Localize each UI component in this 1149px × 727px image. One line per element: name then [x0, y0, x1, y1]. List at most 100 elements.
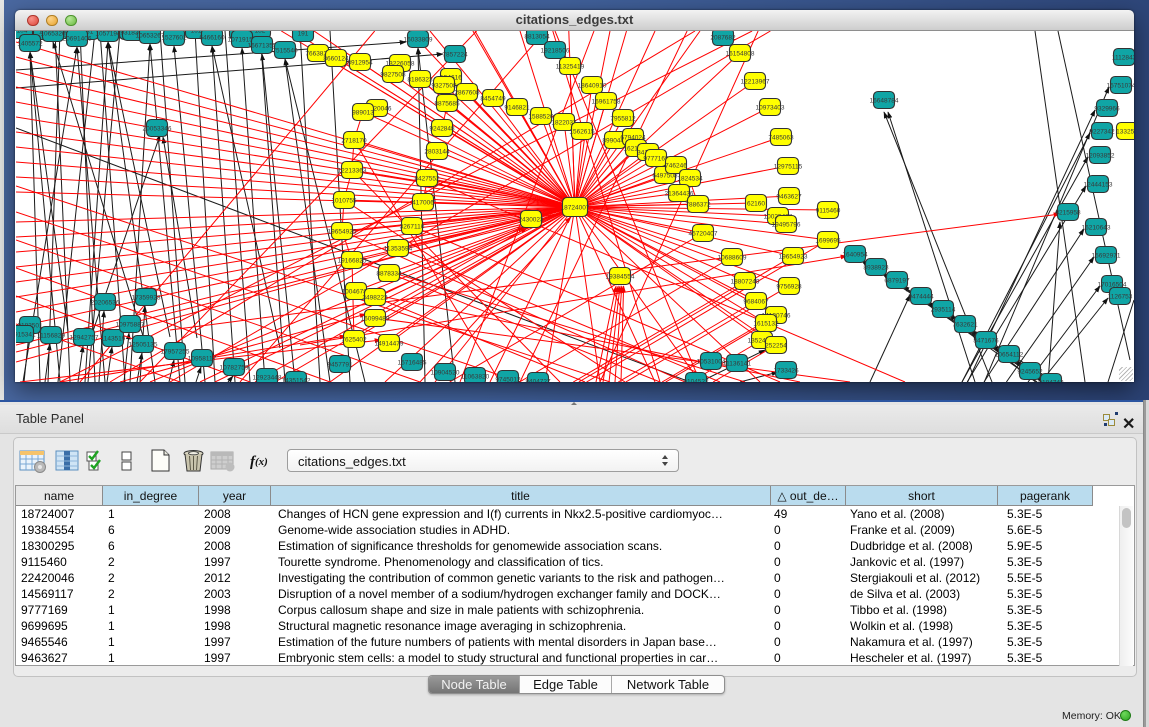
svg-text:1126753: 1126753 [1108, 294, 1133, 301]
svg-text:7485063: 7485063 [768, 135, 794, 142]
svg-text:9745012: 9745012 [495, 377, 521, 383]
svg-text:10958117: 10958117 [188, 356, 217, 363]
svg-text:8912954: 8912954 [347, 60, 373, 67]
svg-text:16154808: 16154808 [726, 51, 755, 58]
svg-text:191: 191 [298, 31, 309, 38]
svg-text:9242848: 9242848 [429, 126, 455, 133]
svg-text:18640910: 18640910 [578, 83, 607, 90]
svg-text:989013: 989013 [352, 110, 374, 117]
svg-text:10975887: 10975887 [116, 322, 145, 329]
svg-text:1615132: 1615132 [753, 321, 779, 328]
svg-text:1405572: 1405572 [17, 41, 43, 48]
svg-text:2867608: 2867608 [454, 90, 480, 97]
svg-text:252254: 252254 [765, 343, 787, 350]
svg-text:16648784: 16648784 [870, 98, 899, 105]
svg-text:17957255: 17957255 [161, 349, 190, 356]
svg-text:9329966: 9329966 [1094, 106, 1120, 113]
svg-text:9827508: 9827508 [380, 72, 406, 79]
svg-text:12213967: 12213967 [741, 79, 770, 86]
svg-text:9184742: 9184742 [1038, 380, 1064, 383]
svg-text:11136141: 11136141 [723, 361, 751, 368]
svg-text:6466160: 6466160 [199, 35, 225, 42]
svg-text:19218506: 19218506 [541, 48, 570, 55]
svg-text:20206536: 20206536 [91, 300, 120, 307]
svg-text:16099489: 16099489 [361, 316, 390, 323]
svg-text:1057194: 1057194 [95, 31, 121, 38]
svg-text:19495796: 19495796 [772, 222, 801, 229]
svg-text:9245652: 9245652 [1017, 369, 1043, 376]
svg-text:133254: 133254 [1116, 129, 1134, 136]
svg-text:19654925: 19654925 [328, 229, 357, 236]
svg-text:182: 182 [255, 31, 266, 35]
svg-text:2935114: 2935114 [931, 307, 956, 314]
svg-text:12093852: 12093852 [1086, 153, 1115, 160]
svg-text:9474444: 9474444 [908, 294, 934, 301]
svg-text:11156829: 11156829 [37, 333, 65, 340]
svg-text:9104522: 9104522 [683, 379, 709, 383]
svg-text:1733426: 1733426 [773, 368, 799, 375]
svg-text:14914479: 14914479 [375, 341, 404, 348]
svg-text:8471676: 8471676 [973, 338, 999, 345]
svg-text:7857224: 7857224 [442, 52, 468, 59]
svg-text:7886372: 7886372 [685, 202, 711, 209]
svg-text:15716485: 15716485 [398, 360, 427, 367]
svg-text:10904520: 10904520 [431, 370, 460, 377]
svg-text:1640954: 1640954 [842, 252, 868, 259]
svg-text:1112843: 1112843 [1112, 55, 1134, 62]
svg-text:12213363: 12213363 [338, 168, 367, 175]
svg-text:7632621: 7632621 [952, 322, 978, 329]
svg-text:9115460: 9115460 [816, 208, 841, 215]
svg-text:14351542: 14351542 [282, 378, 311, 383]
svg-text:8404727: 8404727 [525, 379, 551, 383]
svg-text:20691406: 20691406 [63, 36, 92, 43]
svg-text:45720407: 45720407 [689, 231, 718, 238]
svg-text:3915341: 3915341 [16, 332, 36, 339]
svg-text:8938923: 8938923 [863, 265, 889, 272]
svg-text:12505135: 12505135 [129, 342, 158, 349]
svg-text:1143519: 1143519 [101, 336, 126, 343]
svg-text:2803144: 2803144 [424, 149, 450, 156]
svg-text:1010755: 1010755 [331, 198, 357, 205]
svg-text:(x): (x) [255, 456, 268, 468]
svg-text:2087682: 2087682 [710, 35, 736, 42]
svg-text:8186323: 8186323 [407, 77, 433, 84]
svg-text:10688609: 10688609 [718, 255, 747, 262]
svg-text:8427552: 8427552 [414, 176, 440, 183]
svg-text:9227342: 9227342 [1089, 129, 1115, 136]
svg-text:9684067: 9684067 [743, 299, 769, 306]
svg-text:19384554: 19384554 [606, 274, 635, 281]
svg-text:12975115: 12975115 [774, 164, 803, 171]
svg-text:19166825: 19166825 [338, 258, 367, 265]
svg-text:11063820: 11063820 [461, 374, 490, 381]
svg-text:16210643: 16210643 [1082, 225, 1111, 232]
svg-text:10531004: 10531004 [697, 359, 726, 366]
svg-text:19654923: 19654923 [779, 254, 808, 261]
svg-text:9327508: 9327508 [431, 83, 457, 90]
svg-text:16961758: 16961758 [592, 99, 621, 106]
svg-text:3267110: 3267110 [400, 224, 425, 231]
svg-text:1588520: 1588520 [528, 114, 554, 121]
svg-text:12942757: 12942757 [70, 335, 99, 342]
svg-text:417006: 417006 [412, 200, 434, 207]
svg-text:1699695: 1699695 [815, 238, 841, 245]
svg-text:12444153: 12444153 [1084, 182, 1113, 189]
svg-text:8878334: 8878334 [376, 271, 402, 278]
svg-text:15751074: 15751074 [1107, 83, 1134, 90]
svg-text:11325419: 11325419 [556, 64, 585, 71]
svg-text:3498222: 3498222 [362, 295, 388, 302]
svg-text:1562615: 1562615 [569, 129, 595, 136]
svg-text:9756928: 9756928 [776, 284, 802, 291]
svg-text:8454749: 8454749 [480, 96, 506, 103]
svg-text:6879197: 6879197 [884, 278, 910, 285]
svg-text:12923448: 12923448 [253, 375, 282, 382]
svg-text:8215958: 8215958 [1055, 210, 1081, 217]
svg-text:16033809: 16033809 [404, 37, 433, 44]
svg-text:10654112: 10654112 [995, 352, 1024, 359]
svg-text:2430023: 2430023 [518, 217, 544, 224]
svg-text:10782759: 10782759 [220, 365, 249, 372]
svg-text:7955812: 7955812 [610, 116, 636, 123]
svg-text:8875685: 8875685 [434, 101, 460, 108]
svg-text:9463627: 9463627 [776, 194, 802, 201]
svg-text:1824534: 1824534 [677, 176, 703, 183]
svg-text:9146821: 9146821 [504, 105, 530, 112]
